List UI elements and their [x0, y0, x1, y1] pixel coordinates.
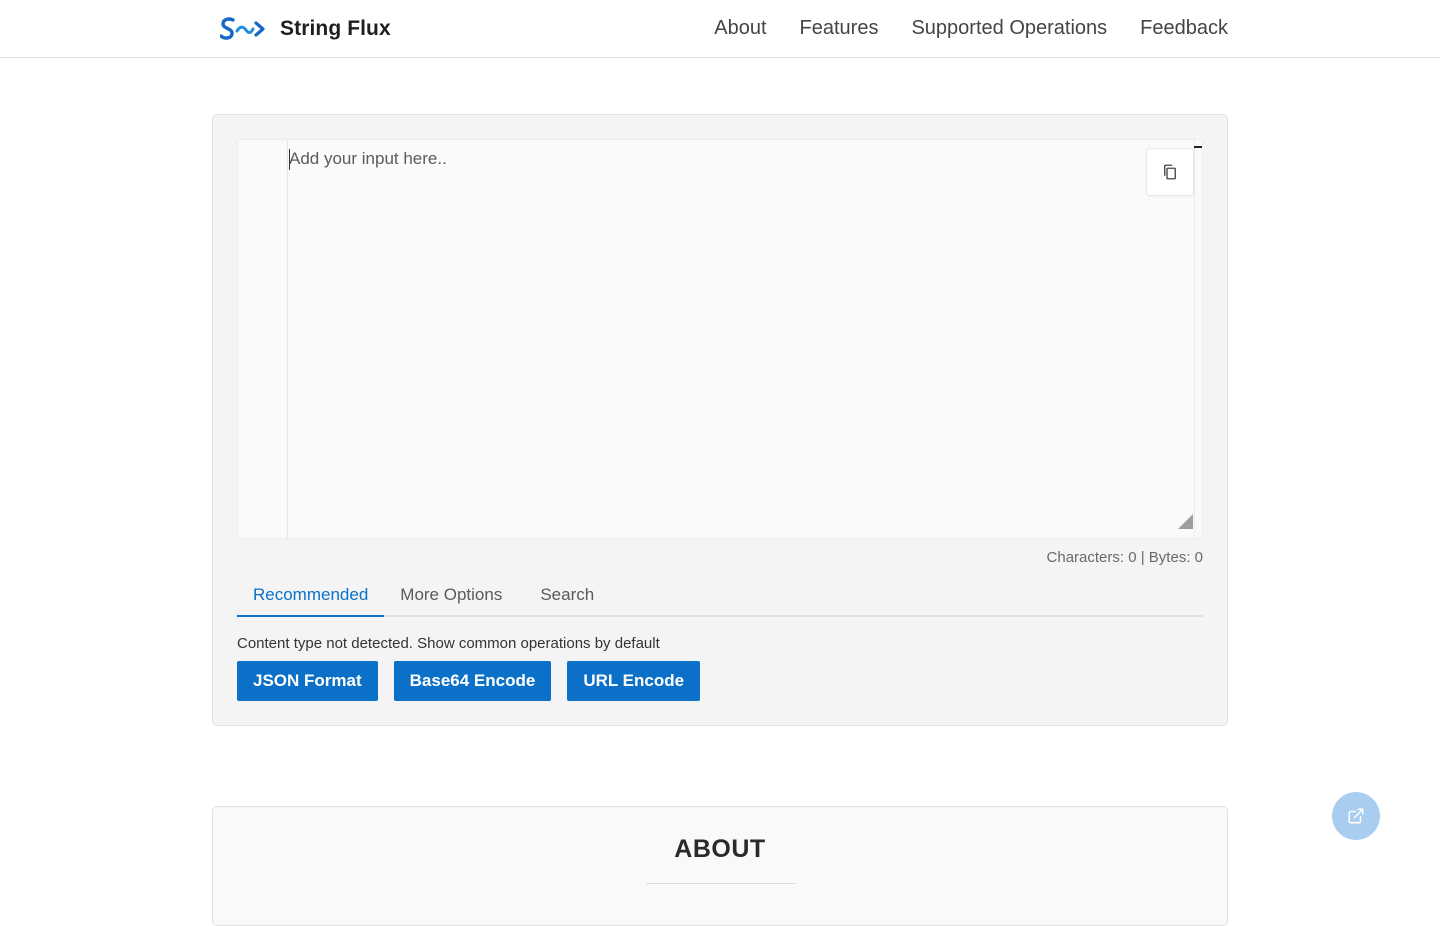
about-heading: ABOUT: [674, 835, 766, 863]
tab-label: Search: [540, 585, 595, 604]
nav-link-feedback[interactable]: Feedback: [1140, 17, 1228, 40]
json-format-button[interactable]: JSON Format: [237, 661, 378, 701]
url-encode-button[interactable]: URL Encode: [567, 661, 701, 701]
base64-encode-button[interactable]: Base64 Encode: [393, 661, 552, 701]
top-navigation-bar: String Flux About Features Supported Ope…: [0, 0, 1440, 58]
nav-link-supported-operations[interactable]: Supported Operations: [911, 17, 1107, 40]
brand-name: String Flux: [280, 17, 391, 40]
text-caret: [289, 149, 290, 170]
input-editor[interactable]: [289, 140, 1195, 536]
resize-handle[interactable]: [1178, 514, 1193, 529]
copy-icon: [1164, 164, 1176, 180]
nav-link-about[interactable]: About: [714, 17, 766, 40]
tab-more-options[interactable]: More Options: [384, 575, 518, 617]
s-wave-arrow-logo-icon: [220, 17, 265, 40]
tab-label: Recommended: [253, 585, 369, 604]
code-editor: [237, 139, 1203, 539]
content-type-hint: Content type not detected. Show common o…: [237, 635, 660, 652]
operations-tabs: Recommended More Options Search: [237, 575, 1203, 617]
heading-divider: [646, 883, 796, 884]
brand-link[interactable]: String Flux: [220, 12, 391, 46]
tab-label: More Options: [400, 585, 503, 604]
copy-button[interactable]: [1146, 148, 1194, 196]
about-section: ABOUT: [212, 806, 1228, 926]
recommended-operations: JSON Format Base64 Encode URL Encode: [237, 661, 701, 701]
external-link-icon: [1348, 808, 1364, 824]
line-number-gutter: [238, 140, 288, 538]
tool-card: Characters: 0 | Bytes: 0 Recommended Mor…: [212, 114, 1228, 726]
share-floating-button[interactable]: [1332, 792, 1380, 840]
tab-search[interactable]: Search: [518, 575, 610, 617]
editor-scrollbar[interactable]: [1194, 140, 1202, 538]
scrollbar-thumb[interactable]: [1194, 146, 1202, 148]
character-byte-counter: Characters: 0 | Bytes: 0: [1046, 549, 1203, 566]
main-nav: About Features Supported Operations Feed…: [714, 0, 1228, 57]
tab-recommended[interactable]: Recommended: [237, 575, 385, 617]
nav-link-features[interactable]: Features: [800, 17, 879, 40]
